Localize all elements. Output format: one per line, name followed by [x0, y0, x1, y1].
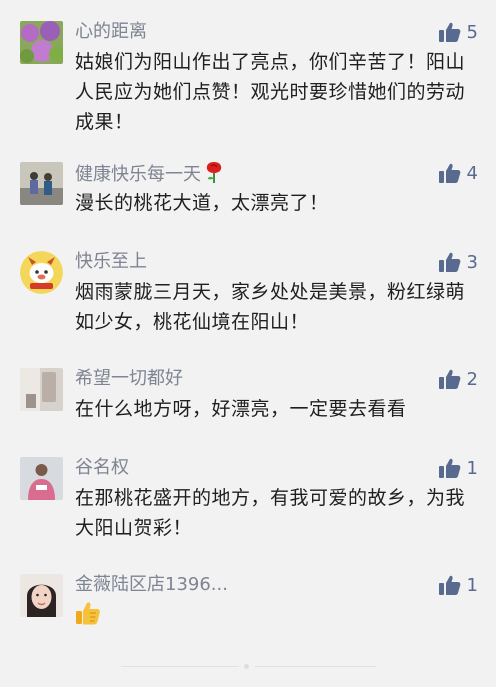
like-count: 1 — [466, 457, 478, 479]
avatar[interactable] — [20, 457, 63, 500]
like-count: 4 — [466, 162, 478, 184]
like-count: 3 — [466, 251, 478, 273]
thumbs-up-icon — [438, 163, 460, 183]
like-button[interactable]: 4 — [438, 160, 478, 186]
thumbs-up-emoji-icon — [76, 602, 100, 625]
thumbs-up-icon — [438, 369, 460, 389]
footer-divider-left — [121, 666, 239, 667]
user-nickname[interactable]: 快乐至上 — [75, 250, 147, 274]
avatar[interactable] — [20, 251, 63, 294]
thumbs-up-icon — [438, 22, 460, 42]
avatar[interactable] — [20, 574, 63, 617]
footer-divider-right — [255, 666, 376, 667]
like-button[interactable]: 5 — [438, 19, 478, 45]
comment-text: 姑娘们为阳山作出了亮点，你们辛苦了！阳山人民应为她们点赞！观光时要珍惜她们的劳动… — [75, 51, 466, 133]
like-button[interactable]: 2 — [438, 366, 478, 392]
avatar[interactable] — [20, 368, 63, 411]
thumbs-up-icon — [438, 575, 460, 595]
comment-text: 漫长的桃花大道，太漂亮了！ — [75, 192, 329, 214]
comment-text — [75, 600, 480, 635]
user-nickname[interactable]: 希望一切都好 — [75, 367, 183, 391]
avatar[interactable] — [20, 162, 63, 205]
like-button[interactable]: 1 — [438, 455, 478, 481]
like-button[interactable]: 1 — [438, 572, 478, 598]
comment-text: 在什么地方呀，好漂亮，一定要去看看 — [75, 398, 407, 420]
thumbs-up-icon — [438, 458, 460, 478]
like-count: 5 — [466, 21, 478, 43]
like-count: 1 — [466, 574, 478, 596]
user-nickname-text: 健康快乐每一天 — [75, 164, 201, 185]
thumbs-up-icon — [438, 252, 460, 272]
user-nickname[interactable]: 金薇陆区店1396... — [75, 573, 228, 597]
like-count: 2 — [466, 368, 478, 390]
comment-text: 在那桃花盛开的地方，有我可爱的故乡，为我大阳山贺彩！ — [75, 487, 466, 539]
avatar[interactable] — [20, 21, 63, 64]
user-nickname[interactable]: 谷名权 — [75, 456, 129, 480]
footer-dot — [244, 664, 249, 669]
like-button[interactable]: 3 — [438, 249, 478, 275]
rose-icon — [206, 162, 222, 183]
comment-text: 烟雨蒙胧三月天，家乡处处是美景，粉红绿萌如少女，桃花仙境在阳山！ — [75, 281, 466, 333]
user-nickname[interactable]: 心的距离 — [75, 20, 147, 44]
user-nickname[interactable]: 健康快乐每一天 — [75, 161, 223, 187]
